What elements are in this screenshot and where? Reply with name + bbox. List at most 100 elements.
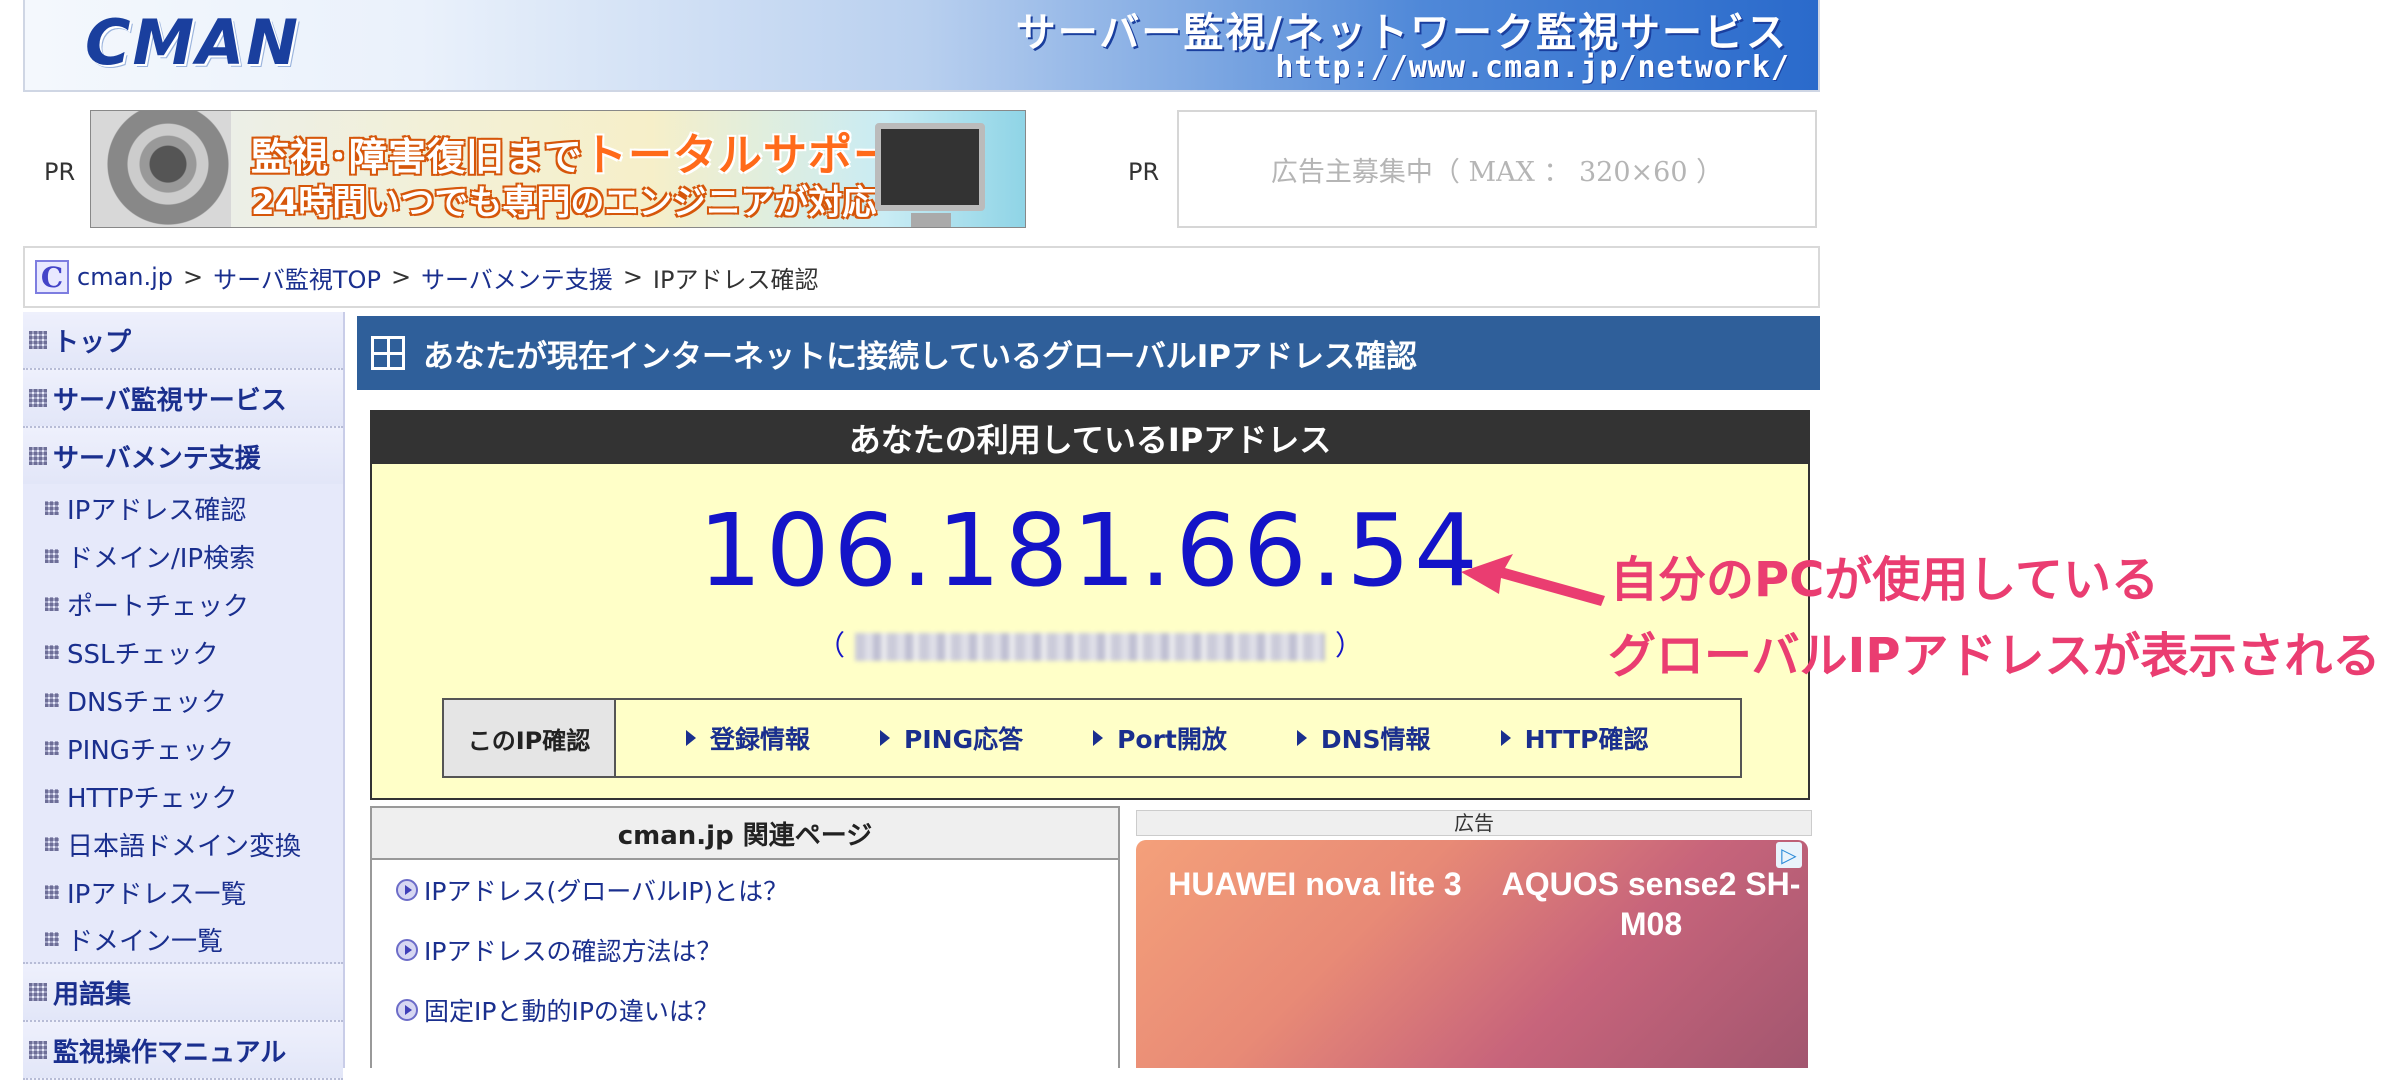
related-pages-box: cman.jp 関連ページ IPアドレス(グローバルIP)とは？ IPアドレスの… — [370, 806, 1120, 1068]
check-link-label: 登録情報 — [710, 725, 811, 754]
sidebar-item-glossary[interactable]: 用語集 — [23, 964, 343, 1022]
check-label: このIP確認 — [444, 700, 616, 776]
sidebar-item-label: トップ — [53, 327, 132, 358]
sidebar-item-dns-check[interactable]: DNSチェック — [23, 676, 343, 724]
hostname-open-paren: （ — [816, 629, 845, 662]
ad-label: 広告 — [1136, 810, 1812, 836]
section-title: あなたが現在インターネットに接続しているグローバルIPアドレス確認 — [423, 338, 1418, 375]
service-url: http://www.cman.jp/network/ — [1275, 50, 1790, 85]
cman-logo[interactable]: CMAN — [85, 6, 300, 79]
related-pages-title: cman.jp 関連ページ — [372, 808, 1118, 860]
sidebar-item-ping-check[interactable]: PINGチェック — [23, 724, 343, 772]
grid-bullet-icon — [45, 837, 59, 851]
sidebar-item-ssl-check[interactable]: SSLチェック — [23, 628, 343, 676]
sidebar-item-label: ドメイン/IP検索 — [67, 543, 256, 574]
sidebar-item-label: HTTPチェック — [67, 783, 238, 814]
sidebar-item-port-check[interactable]: ポートチェック — [23, 580, 343, 628]
hostname-row: （） — [372, 624, 1808, 664]
sidebar-nav: トップ サーバ監視サービス サーバメンテ支援 IPアドレス確認 ドメイン/IP検… — [23, 312, 345, 1080]
grid-bullet-icon — [45, 789, 59, 803]
sidebar-item-label: SSLチェック — [67, 639, 219, 670]
ad-placeholder-box[interactable]: 広告主募集中（ MAX ： 320×60 ） — [1177, 110, 1817, 228]
triangle-right-icon — [686, 730, 696, 746]
pr-banner-headline-a: 監視･障害復旧まで — [251, 135, 584, 179]
grid-bullet-icon — [45, 645, 59, 659]
triangle-right-icon — [1500, 730, 1511, 746]
grid-bullet-icon — [29, 447, 47, 465]
grid-bullet-icon — [45, 693, 59, 707]
breadcrumb-link-home[interactable]: cman.jp — [77, 263, 173, 291]
sidebar-item-label: サーバメンテ支援 — [53, 443, 261, 474]
sidebar-item-label: 用語集 — [53, 979, 132, 1010]
display-ad[interactable]: ▷ HUAWEI nova lite 3 AQUOS sense2 SH-M08 — [1136, 840, 1808, 1068]
sidebar-item-ip-check[interactable]: IPアドレス確認 — [23, 484, 343, 532]
pr-label: PR — [1128, 158, 1160, 186]
circle-play-icon — [396, 939, 418, 961]
check-link-registration[interactable]: 登録情報 — [686, 700, 810, 776]
sidebar-item-maintenance[interactable]: サーバメンテ支援 — [23, 428, 343, 484]
monitor-image — [875, 123, 985, 227]
sidebar-item-label: 日本語ドメイン変換 — [67, 831, 302, 862]
check-link-label: Port開放 — [1117, 725, 1227, 754]
related-link-label: IPアドレスの確認方法は？ — [424, 937, 722, 966]
sidebar-item-label: ドメイン一覧 — [67, 926, 224, 957]
hostname-close-paren: ） — [1335, 629, 1364, 662]
related-link[interactable]: 固定IPと動的IPの違いは？ — [372, 980, 1118, 1040]
pr-banner-ad[interactable]: 監視･障害復旧までトータルサポート 24時間いつでも専門のエンジニアが対応 — [90, 110, 1026, 228]
annotation-arrow-icon — [1461, 554, 1605, 606]
grid-bullet-icon — [29, 389, 47, 407]
check-link-port[interactable]: Port開放 — [1093, 700, 1227, 776]
sidebar-item-label: ポートチェック — [67, 591, 250, 622]
sidebar-item-ip-list[interactable]: IPアドレス一覧 — [23, 868, 343, 916]
site-header-banner[interactable]: CMAN サーバー監視/ネットワーク監視サービス http://www.cman… — [23, 0, 1820, 92]
sidebar-item-monitoring-service[interactable]: サーバ監視サービス — [23, 370, 343, 428]
pr-banner-subline: 24時間いつでも専門のエンジニアが対応 — [251, 175, 876, 224]
grid-bullet-icon — [29, 331, 47, 349]
check-link-label: DNS情報 — [1320, 725, 1431, 754]
sidebar-item-domain-ip-search[interactable]: ドメイン/IP検索 — [23, 532, 343, 580]
breadcrumb-link-monitoring-top[interactable]: サーバ監視TOP — [213, 260, 381, 295]
check-link-http[interactable]: HTTP確認 — [1500, 700, 1649, 776]
sidebar-item-label: DNSチェック — [67, 687, 227, 718]
grid-bullet-icon — [45, 549, 59, 563]
grid-bullet-icon — [45, 932, 59, 946]
grid-bullet-icon — [45, 741, 59, 755]
breadcrumb-link-maintenance[interactable]: サーバメンテ支援 — [421, 260, 613, 295]
related-link-label: 固定IPと動的IPの違いは？ — [424, 997, 719, 1026]
pr-label: PR — [44, 158, 76, 186]
sidebar-item-japanese-domain[interactable]: 日本語ドメイン変換 — [23, 820, 343, 868]
grid-bullet-icon — [29, 983, 47, 1001]
sidebar-item-label: IPアドレス一覧 — [67, 879, 247, 910]
hostname-redacted — [855, 633, 1325, 661]
breadcrumb-separator: > — [390, 263, 412, 291]
annotation-text: 自分のPCが使用している — [1610, 552, 2159, 608]
ad-product-name[interactable]: AQUOS sense2 SH-M08 — [1486, 864, 1808, 944]
sidebar-item-domain-list[interactable]: ドメイン一覧 — [23, 916, 343, 964]
triangle-right-icon — [1296, 730, 1307, 746]
sidebar-item-top[interactable]: トップ — [23, 312, 343, 370]
check-link-dns[interactable]: DNS情報 — [1296, 700, 1431, 776]
breadcrumb: C cman.jp > サーバ監視TOP > サーバメンテ支援 > IPアドレス… — [23, 246, 1820, 308]
sidebar-item-manual[interactable]: 監視操作マニュアル — [23, 1022, 343, 1080]
breadcrumb-current: IPアドレス確認 — [652, 265, 819, 294]
check-link-ping[interactable]: PING応答 — [880, 700, 1023, 776]
sidebar-item-label: サーバ監視サービス — [53, 385, 287, 416]
triangle-right-icon — [1093, 730, 1104, 746]
pr-banner-subline-b: いつでも専門のエンジニアが対応 — [366, 183, 877, 223]
grid-bullet-icon — [45, 885, 59, 899]
pr-banner-headline: 監視･障害復旧までトータルサポート — [251, 119, 943, 183]
annotation-text: グローバルIPアドレスが表示される — [1608, 628, 2381, 684]
grid-bullet-icon — [45, 597, 59, 611]
circle-play-icon — [396, 999, 418, 1021]
window-grid-icon — [371, 336, 405, 370]
related-link[interactable]: IPアドレス(グローバルIP)とは？ — [372, 860, 1118, 920]
ip-panel-title: あなたの利用しているIPアドレス — [372, 412, 1808, 464]
breadcrumb-separator: > — [622, 263, 643, 291]
camera-image — [91, 111, 231, 227]
sidebar-item-http-check[interactable]: HTTPチェック — [23, 772, 343, 820]
related-link[interactable]: IPアドレスの確認方法は？ — [372, 920, 1118, 980]
sidebar-item-label: IPアドレス確認 — [67, 495, 247, 526]
grid-bullet-icon — [45, 501, 59, 515]
ad-product-name[interactable]: HUAWEI nova lite 3 — [1150, 864, 1480, 904]
grid-bullet-icon — [29, 1041, 47, 1059]
